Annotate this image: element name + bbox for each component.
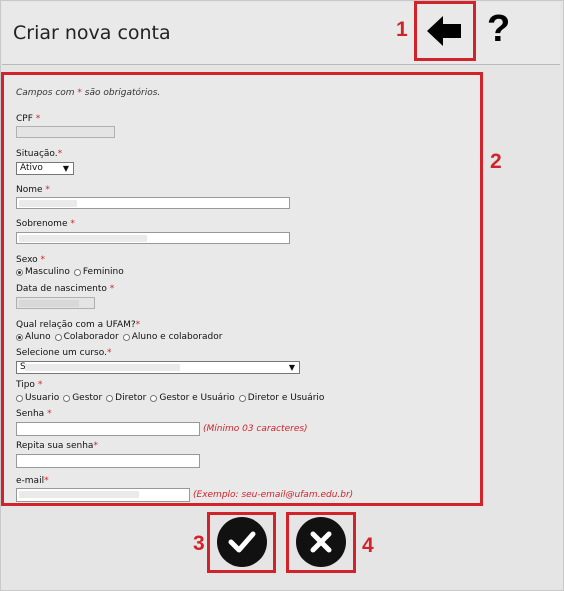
close-icon	[310, 531, 332, 553]
marker-3: 3	[193, 532, 205, 555]
marker-4: 4	[362, 534, 374, 557]
page-title: Criar nova conta	[13, 22, 171, 44]
confirm-button[interactable]	[217, 517, 267, 567]
arrow-left-icon	[427, 16, 461, 46]
checkmark-icon	[228, 531, 256, 553]
cancel-button[interactable]	[296, 517, 346, 567]
highlight-box-2	[1, 72, 483, 506]
marker-1: 1	[396, 18, 408, 41]
back-button[interactable]	[417, 4, 473, 58]
marker-2: 2	[490, 150, 502, 173]
question-mark-icon[interactable]: ?	[487, 8, 510, 51]
header-bar: Criar nova conta	[2, 2, 560, 65]
